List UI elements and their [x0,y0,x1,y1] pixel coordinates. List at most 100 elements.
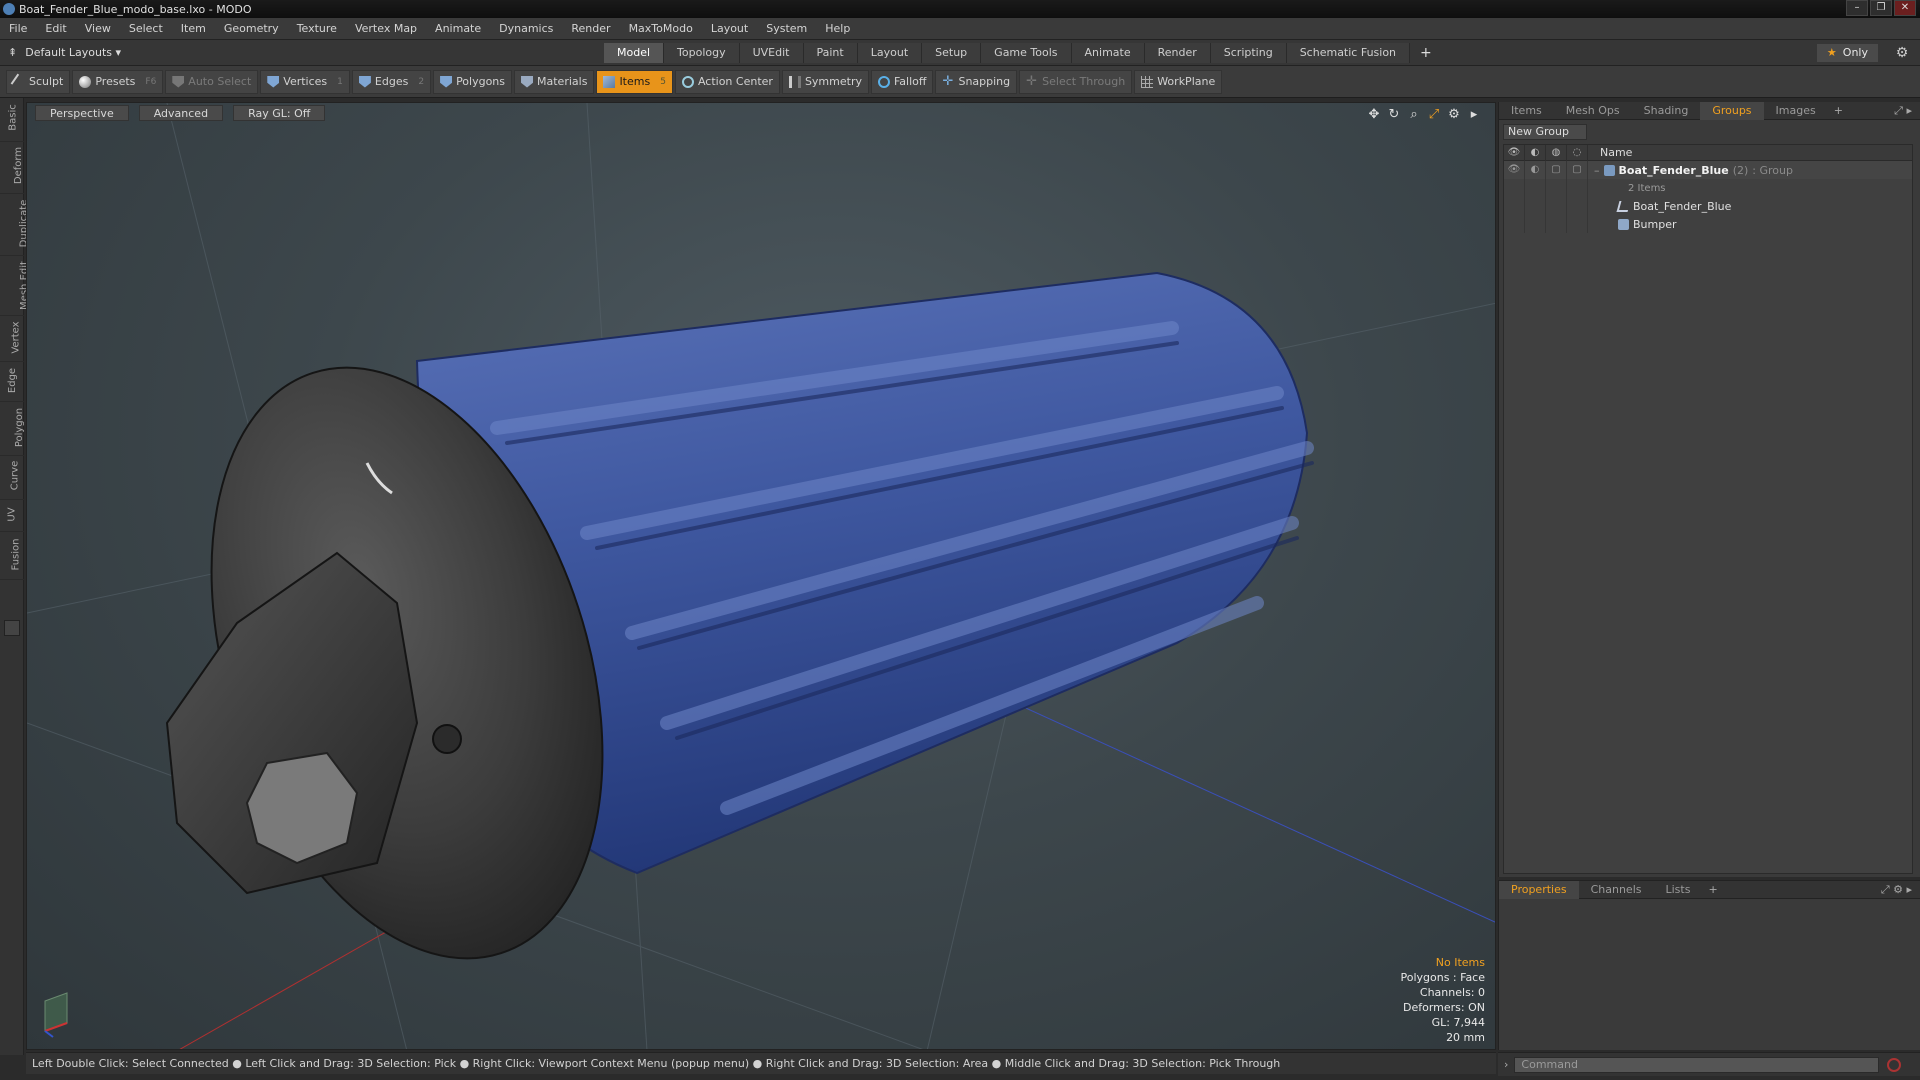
add-panel-tab-icon[interactable]: + [1828,104,1849,117]
menu-maxtomodo[interactable]: MaxToModo [620,22,702,35]
tab-game-tools[interactable]: Game Tools [981,43,1072,63]
3d-viewport[interactable]: Perspective Advanced Ray GL: Off ✥ ↻ ⌕ ⤢… [26,102,1496,1050]
collapse-icon[interactable]: – [1594,164,1600,177]
panel-expand-icon[interactable]: ⤢ ▸ [1894,104,1912,118]
menu-help[interactable]: Help [816,22,859,35]
vtab-vertex[interactable]: Vertex [0,316,24,362]
only-button[interactable]: ★ Only [1816,44,1878,62]
edges-button[interactable]: Edges 2 [351,69,432,94]
vtab-polygon[interactable]: Polygon [0,402,26,456]
menu-select[interactable]: Select [120,22,172,35]
vtab-curve[interactable]: Curve [0,456,24,500]
view-type-button[interactable]: Perspective [35,105,129,121]
lock-column-icon[interactable]: ◍ [1546,144,1567,161]
menu-system[interactable]: System [757,22,816,35]
tab-mesh-ops[interactable]: Mesh Ops [1554,102,1632,120]
viewport-scene[interactable] [27,103,1496,1050]
vtab-duplicate[interactable]: Duplicate [0,194,29,256]
raygl-button[interactable]: Ray GL: Off [233,105,326,121]
presets-button[interactable]: Presets F6 [72,69,164,94]
tab-render[interactable]: Render [1144,43,1211,63]
symmetry-button[interactable]: Symmetry [781,69,869,94]
tab-scripting[interactable]: Scripting [1210,43,1287,63]
menu-layout[interactable]: Layout [702,22,757,35]
group-visibility-icon[interactable]: 👁 [1504,161,1525,179]
maximize-button[interactable]: ❐ [1870,0,1892,16]
menu-texture[interactable]: Texture [288,22,346,35]
vtab-mesh-edit[interactable]: Mesh Edit [0,256,30,316]
tab-shading[interactable]: Shading [1632,102,1701,120]
menu-edit[interactable]: Edit [36,22,75,35]
new-group-button[interactable]: New Group [1503,124,1587,140]
falloff-button[interactable]: Falloff [870,69,934,94]
menu-geometry[interactable]: Geometry [215,22,288,35]
viewport-menu-icon[interactable]: ▸ [1467,107,1481,122]
items-button[interactable]: Items 5 [596,69,673,94]
layout-selector[interactable]: Default Layouts ▾ [25,46,121,59]
minimize-button[interactable]: – [1846,0,1868,16]
add-tab-icon[interactable]: + [1410,43,1442,63]
add-properties-tab-icon[interactable]: + [1702,883,1723,896]
name-column-header[interactable]: Name [1588,146,1632,159]
tab-topology[interactable]: Topology [664,43,740,63]
select-column-icon[interactable]: ◌ [1567,144,1588,161]
group-render-icon[interactable]: ◐ [1525,161,1546,179]
rotate-icon[interactable]: ↻ [1387,107,1401,122]
group-row[interactable]: 👁 ◐ ▢ ▢ – Boat_Fender_Blue (2) : Group [1504,161,1912,179]
toolbox-toggle[interactable] [4,620,20,636]
vtab-basic[interactable]: Basic [0,98,24,142]
menu-vertex-map[interactable]: Vertex Map [346,22,426,35]
left-tool-tabs: Basic Deform Duplicate Mesh Edit Vertex … [0,98,30,1055]
vtab-deform[interactable]: Deform [0,142,24,194]
group-lock-icon[interactable]: ▢ [1546,161,1567,179]
close-button[interactable]: ✕ [1894,0,1916,16]
menu-view[interactable]: View [76,22,120,35]
tab-items[interactable]: Items [1499,102,1554,120]
gear-icon[interactable]: ⚙ [1894,45,1910,61]
tab-properties[interactable]: Properties [1499,880,1579,899]
auto-select-button[interactable]: Auto Select [165,69,259,94]
layout-collapse-icon[interactable]: ⇞ [8,46,17,59]
snapping-button[interactable]: ✛ Snapping [935,69,1018,94]
tab-layout[interactable]: Layout [857,43,923,63]
menu-item[interactable]: Item [172,22,215,35]
menu-render[interactable]: Render [562,22,619,35]
list-item[interactable]: Bumper [1504,215,1912,233]
pan-icon[interactable]: ✥ [1367,107,1381,122]
tab-channels[interactable]: Channels [1579,881,1654,899]
properties-expand-icon[interactable]: ⤢ ⚙ ▸ [1881,883,1912,897]
tab-animate[interactable]: Animate [1071,43,1145,63]
menu-dynamics[interactable]: Dynamics [490,22,562,35]
command-input[interactable]: Command [1514,1056,1880,1073]
materials-button[interactable]: Materials [514,69,595,94]
shading-mode-button[interactable]: Advanced [138,105,224,121]
vertices-button[interactable]: Vertices 1 [260,69,350,94]
tab-schematic-fusion[interactable]: Schematic Fusion [1286,43,1411,63]
tab-paint[interactable]: Paint [803,43,858,63]
sculpt-button[interactable]: Sculpt [6,69,71,94]
menu-animate[interactable]: Animate [426,22,490,35]
tab-setup[interactable]: Setup [922,43,982,63]
workplane-button[interactable]: WorkPlane [1134,69,1223,94]
vtab-fusion[interactable]: Fusion [0,532,24,580]
tab-images[interactable]: Images [1764,102,1828,120]
tab-groups[interactable]: Groups [1700,101,1764,120]
zoom-icon[interactable]: ⌕ [1407,107,1421,122]
list-item[interactable]: Boat_Fender_Blue [1504,197,1912,215]
tab-uvedit[interactable]: UVEdit [739,43,804,63]
polygons-button[interactable]: Polygons [433,69,513,94]
render-column-icon[interactable]: ◐ [1525,144,1546,161]
vtab-polygon-label: Polygon [14,407,26,448]
visibility-column-icon[interactable]: 👁 [1504,144,1525,161]
tab-lists[interactable]: Lists [1654,881,1703,899]
menu-file[interactable]: File [0,22,36,35]
fit-icon[interactable]: ⤢ [1427,107,1441,122]
tab-model[interactable]: Model [604,43,665,63]
record-macro-icon[interactable] [1887,1057,1902,1072]
vtab-edge[interactable]: Edge [0,362,24,402]
action-center-button[interactable]: Action Center [674,69,780,94]
viewport-settings-icon[interactable]: ⚙ [1447,107,1461,122]
select-through-button[interactable]: ✛ Select Through [1019,69,1133,94]
group-select-icon[interactable]: ▢ [1567,161,1588,179]
vtab-uv[interactable]: UV [0,500,24,532]
